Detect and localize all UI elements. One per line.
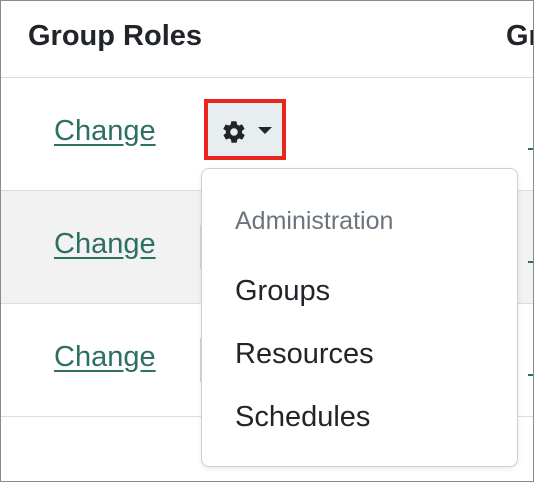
truncated-link[interactable]	[528, 120, 533, 150]
menu-item-resources[interactable]: Resources	[235, 338, 374, 371]
change-link[interactable]: Change	[54, 115, 156, 148]
caret-down-icon	[258, 127, 272, 134]
change-link[interactable]: Change	[54, 341, 156, 374]
truncated-link[interactable]	[528, 346, 533, 376]
change-link[interactable]: Change	[54, 228, 156, 261]
gear-icon	[223, 121, 245, 143]
screenshot-frame: Group Roles Gr Change Change Change Admi…	[0, 0, 534, 482]
settings-dropdown-button[interactable]	[204, 99, 286, 160]
column-header-group-roles: Group Roles	[28, 20, 203, 52]
dropdown-menu: Administration Groups Resources Schedule…	[201, 168, 518, 467]
truncated-link[interactable]	[528, 233, 533, 263]
table-header: Group Roles Gr	[1, 1, 533, 78]
column-header-truncated: Gr	[506, 20, 533, 52]
dropdown-header: Administration	[235, 207, 394, 235]
menu-item-schedules[interactable]: Schedules	[235, 401, 370, 434]
menu-item-groups[interactable]: Groups	[235, 275, 330, 308]
